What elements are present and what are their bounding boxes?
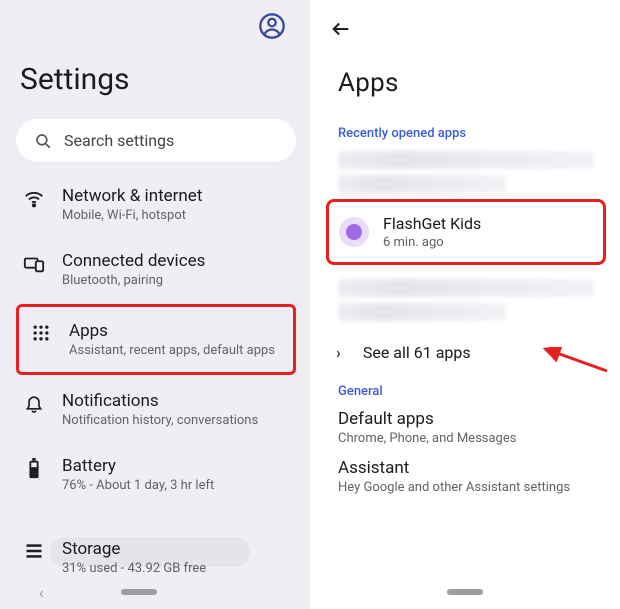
assistant-row[interactable]: Assistant Hey Google and other Assistant…	[326, 458, 606, 495]
see-all-apps-row[interactable]: › See all 61 apps	[326, 327, 606, 378]
red-arrow-annotation	[542, 347, 612, 377]
apps-grid-icon	[31, 323, 51, 343]
app-sub: 6 min. ago	[383, 235, 481, 250]
apps-pane: Apps Recently opened apps FlashGet Kids …	[310, 0, 620, 609]
row-sub: Chrome, Phone, and Messages	[338, 431, 606, 446]
item-title: Network & internet	[62, 186, 202, 206]
page-title: Settings	[20, 62, 296, 97]
battery-icon	[26, 458, 42, 480]
default-apps-row[interactable]: Default apps Chrome, Phone, and Messages	[326, 409, 606, 446]
general-label: General	[338, 384, 606, 399]
wifi-icon	[23, 188, 45, 210]
see-all-label: See all 61 apps	[363, 343, 471, 362]
nav-bar-right	[310, 581, 620, 603]
row-sub: Hey Google and other Assistant settings	[338, 480, 606, 495]
item-title: Notifications	[62, 391, 258, 411]
item-title: Connected devices	[62, 251, 205, 271]
settings-item-connected[interactable]: Connected devices Bluetooth, pairing	[16, 237, 296, 302]
app-icon	[339, 217, 369, 247]
row-title: Default apps	[338, 409, 606, 429]
nav-back-icon[interactable]: ‹	[39, 583, 44, 602]
row-title: Assistant	[338, 458, 606, 478]
storage-icon	[24, 541, 44, 561]
nav-home-pill[interactable]	[447, 589, 483, 595]
nav-bar-left: ‹	[0, 581, 310, 603]
search-settings[interactable]: Search settings	[16, 119, 296, 162]
item-sub: Assistant, recent apps, default apps	[69, 343, 275, 358]
apps-page-title: Apps	[338, 68, 606, 98]
item-sub: Bluetooth, pairing	[62, 273, 205, 288]
decorative-blur	[50, 537, 250, 567]
redacted-app-row	[338, 151, 594, 169]
app-name: FlashGet Kids	[383, 214, 481, 233]
item-sub: 76% - About 1 day, 3 hr left	[62, 478, 214, 493]
redacted-app-row	[338, 279, 594, 297]
item-sub: Mobile, Wi-Fi, hotspot	[62, 208, 202, 223]
redacted-app-row	[338, 175, 506, 193]
item-title: Battery	[62, 456, 214, 476]
search-icon	[34, 132, 52, 150]
search-placeholder: Search settings	[64, 131, 174, 150]
settings-item-apps[interactable]: Apps Assistant, recent apps, default app…	[23, 315, 289, 364]
item-title: Apps	[69, 321, 275, 341]
redacted-app-row	[338, 303, 506, 321]
back-arrow-icon[interactable]	[330, 18, 602, 40]
settings-item-network[interactable]: Network & internet Mobile, Wi-Fi, hotspo…	[16, 172, 296, 237]
recently-opened-label: Recently opened apps	[338, 126, 606, 141]
settings-item-notifications[interactable]: Notifications Notification history, conv…	[16, 377, 296, 442]
highlight-apps: Apps Assistant, recent apps, default app…	[16, 304, 296, 375]
profile-icon[interactable]	[258, 12, 286, 40]
nav-home-pill[interactable]	[121, 589, 157, 595]
devices-icon	[23, 253, 45, 275]
settings-pane: Settings Search settings Network & inter…	[0, 0, 310, 609]
settings-item-battery[interactable]: Battery 76% - About 1 day, 3 hr left	[16, 442, 296, 507]
app-row-flashget-kids[interactable]: FlashGet Kids 6 min. ago	[326, 199, 606, 265]
item-sub: Notification history, conversations	[62, 413, 258, 428]
chevron-right-icon: ›	[336, 343, 341, 362]
bell-icon	[24, 393, 44, 413]
